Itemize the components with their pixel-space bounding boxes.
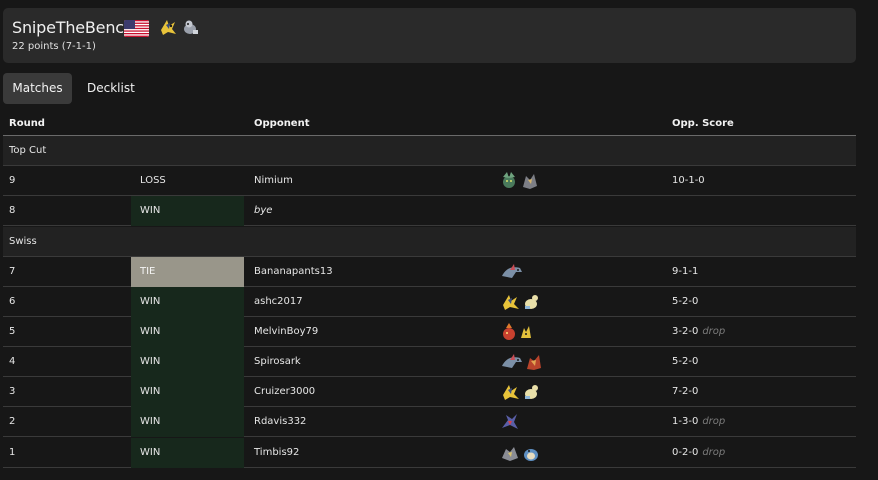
- result-cell: WIN: [131, 407, 244, 437]
- deck-icons[interactable]: [497, 438, 667, 468]
- result-cell: WIN: [131, 347, 244, 377]
- opp-score: 3-2-0 drop: [672, 317, 725, 347]
- opp-score: 5-2-0: [672, 356, 699, 367]
- round-number: 7: [9, 266, 16, 277]
- column-header-round: Round: [9, 118, 45, 129]
- tab-decklist[interactable]: Decklist: [87, 73, 135, 104]
- round-number: 3: [9, 386, 16, 397]
- table-row[interactable]: 4 WIN Spirosark 5-2-0: [3, 347, 856, 377]
- result-cell: WIN: [131, 377, 244, 407]
- opp-score: 9-1-1: [672, 266, 699, 277]
- opp-score-value: 3-2-0: [672, 326, 699, 337]
- pokemon-sprite-grey-icon: [181, 16, 201, 42]
- flag-united-states-icon: [124, 20, 149, 37]
- round-number: 8: [9, 205, 16, 216]
- opp-score: 1-3-0 drop: [672, 407, 725, 437]
- result-cell: WIN: [131, 287, 244, 317]
- opponent-name[interactable]: Nimium: [254, 166, 293, 196]
- round-number: 1: [9, 447, 16, 458]
- column-header-opp-score: Opp. Score: [672, 118, 734, 129]
- round-number: 4: [9, 356, 16, 367]
- section-row-swiss: Swiss: [3, 227, 856, 257]
- table-row[interactable]: 3 WIN Cruizer3000 7-2-0: [3, 377, 856, 407]
- opponent-name[interactable]: ashc2017: [254, 287, 303, 317]
- drop-label: drop: [702, 326, 726, 337]
- table-row[interactable]: 5 WIN MelvinBoy79 3-2-0 drop: [3, 317, 856, 347]
- opp-score: 0-2-0 drop: [672, 438, 725, 468]
- result-cell: LOSS: [140, 175, 166, 186]
- round-number: 6: [9, 296, 16, 307]
- section-label: Swiss: [9, 236, 37, 247]
- opp-score: 7-2-0: [672, 386, 699, 397]
- deck-icons[interactable]: [497, 407, 667, 437]
- result-cell: WIN: [131, 438, 244, 468]
- opp-score-value: 1-3-0: [672, 416, 699, 427]
- table-row[interactable]: 9 LOSS Nimium 10-1-0: [3, 166, 856, 196]
- section-label: Top Cut: [9, 145, 47, 156]
- blue-pokemon-sprite-icon: [521, 443, 541, 476]
- deck-icons[interactable]: [497, 377, 667, 407]
- drop-label: drop: [702, 416, 726, 427]
- table-row[interactable]: 8 WIN bye: [3, 196, 856, 226]
- round-number: 2: [9, 416, 16, 427]
- round-number: 9: [9, 175, 16, 186]
- opponent-name[interactable]: Spirosark: [254, 347, 301, 377]
- column-header-opponent: Opponent: [254, 118, 310, 129]
- player-header-card: SnipeTheBench 22 points (7-1-1): [3, 8, 856, 63]
- table-row[interactable]: 7 TIE Bananapants13 9-1-1: [3, 257, 856, 287]
- deck-icons[interactable]: [497, 166, 667, 196]
- deck-icons[interactable]: [497, 257, 667, 287]
- tab-matches[interactable]: Matches: [3, 73, 72, 104]
- opp-score: 10-1-0: [672, 175, 705, 186]
- opponent-name[interactable]: Timbis92: [254, 438, 299, 468]
- result-cell: TIE: [131, 257, 244, 287]
- opponent-name[interactable]: MelvinBoy79: [254, 317, 318, 347]
- deck-icons[interactable]: [497, 347, 667, 377]
- result-cell: WIN: [131, 196, 244, 226]
- opponent-name[interactable]: Cruizer3000: [254, 377, 315, 407]
- result-cell: WIN: [131, 317, 244, 347]
- drop-label: drop: [702, 447, 726, 458]
- table-row[interactable]: 2 WIN Rdavis332 1-3-0 drop: [3, 407, 856, 437]
- opp-score-value: 0-2-0: [672, 447, 699, 458]
- pokemon-sprite-yellow-icon: [157, 16, 179, 42]
- opponent-name[interactable]: Rdavis332: [254, 407, 306, 437]
- opponent-name[interactable]: Bananapants13: [254, 257, 333, 287]
- player-points: 22 points (7-1-1): [12, 41, 96, 52]
- grey-pokemon-sprite-icon: [500, 443, 520, 476]
- opp-score: 5-2-0: [672, 296, 699, 307]
- deck-icons[interactable]: [497, 317, 667, 347]
- deck-icons[interactable]: [497, 287, 667, 317]
- player-name[interactable]: SnipeTheBench: [12, 18, 134, 37]
- table-row[interactable]: 6 WIN ashc2017 5-2-0: [3, 287, 856, 317]
- round-number: 5: [9, 326, 16, 337]
- section-row-top-cut: Top Cut: [3, 136, 856, 166]
- table-row[interactable]: 1 WIN Timbis92 0-2-0 drop: [3, 438, 856, 468]
- opponent-name: bye: [254, 205, 273, 216]
